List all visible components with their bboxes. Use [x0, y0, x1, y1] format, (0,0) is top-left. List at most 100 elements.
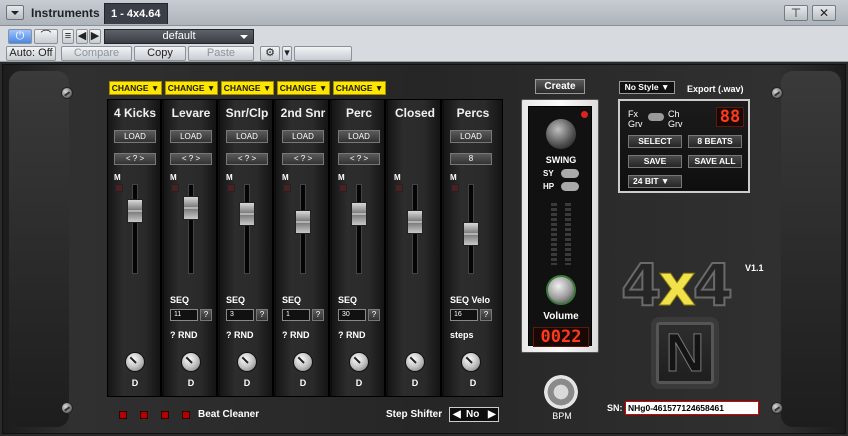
load-button[interactable]: LOAD: [226, 130, 268, 143]
seq-value[interactable]: 16: [450, 309, 478, 321]
fx-grv-label: Fx Grv: [628, 109, 643, 129]
previous-preset-icon[interactable]: ◀: [76, 29, 88, 44]
chevron-down-icon[interactable]: ▾: [282, 46, 292, 61]
mute-label: M: [114, 173, 121, 182]
change-button-1[interactable]: CHANGE ▼: [109, 81, 162, 95]
seq-help-button[interactable]: ?: [368, 309, 380, 321]
create-button[interactable]: Create: [535, 79, 585, 94]
swing-volume-inner: SWING SY HP Volume 0022: [528, 106, 592, 347]
seq-help-button[interactable]: ?: [312, 309, 324, 321]
step-left-icon[interactable]: ◀: [453, 408, 461, 421]
mute-led[interactable]: [451, 184, 459, 192]
style-select[interactable]: No Style ▼: [619, 81, 675, 94]
pin-icon[interactable]: ⊤: [784, 5, 808, 21]
window-titlebar: Instruments 1 - 4x4.64 ⊤ ✕: [0, 0, 848, 26]
automation-icon[interactable]: ⌒: [34, 29, 58, 44]
seq-value[interactable]: 30: [338, 309, 366, 321]
preset-select[interactable]: default: [104, 29, 254, 44]
gear-icon[interactable]: ⚙: [260, 46, 280, 61]
fader-thumb[interactable]: [295, 210, 311, 235]
mute-led[interactable]: [227, 184, 235, 192]
mute-label: M: [282, 173, 289, 182]
seq-value[interactable]: 3: [226, 309, 254, 321]
change-button-2[interactable]: CHANGE ▼: [165, 81, 218, 95]
change-button-3[interactable]: CHANGE ▼: [221, 81, 274, 95]
sample-selector[interactable]: < ? >: [114, 153, 156, 165]
drum-channels: 4 Kicks LOAD < ? > M D Levare LOAD < ? >…: [107, 99, 503, 397]
save-all-button[interactable]: SAVE ALL: [688, 155, 742, 168]
mute-led[interactable]: [339, 184, 347, 192]
indicator-led: [581, 111, 588, 118]
paste-button[interactable]: Paste: [188, 46, 254, 61]
load-button[interactable]: LOAD: [450, 130, 492, 143]
seq-help-button[interactable]: ?: [480, 309, 492, 321]
close-icon[interactable]: ✕: [812, 5, 836, 21]
led-1[interactable]: [119, 411, 127, 419]
decay-knob[interactable]: [181, 352, 201, 372]
led-3[interactable]: [161, 411, 169, 419]
instrument-tab[interactable]: 1 - 4x4.64: [104, 3, 168, 24]
fader-thumb[interactable]: [127, 198, 143, 223]
mute-led[interactable]: [283, 184, 291, 192]
left-side-panel: [9, 71, 69, 427]
led-2[interactable]: [140, 411, 148, 419]
load-button[interactable]: LOAD: [114, 130, 156, 143]
select-button[interactable]: SELECT: [628, 135, 682, 148]
groove-toggle[interactable]: [648, 113, 664, 121]
bit-depth-select[interactable]: 24 BIT ▼: [628, 175, 682, 188]
seq-help-button[interactable]: ?: [200, 309, 212, 321]
step-right-icon[interactable]: ▶: [488, 408, 496, 421]
step-shifter-control[interactable]: ◀ No ▶: [449, 407, 499, 422]
auto-off-button[interactable]: Auto: Off: [6, 46, 56, 61]
sample-selector[interactable]: < ? >: [226, 153, 268, 165]
seq-value[interactable]: 1: [282, 309, 310, 321]
volume-knob[interactable]: [546, 275, 576, 305]
fader-thumb[interactable]: [407, 210, 423, 235]
load-button[interactable]: LOAD: [338, 130, 380, 143]
load-button[interactable]: LOAD: [170, 130, 212, 143]
next-preset-icon[interactable]: ▶: [89, 29, 101, 44]
sample-selector[interactable]: < ? >: [282, 153, 324, 165]
bpm-knob[interactable]: [544, 375, 578, 409]
channel-name: 2nd Snr: [280, 106, 326, 120]
seq-value[interactable]: 11: [170, 309, 198, 321]
preset-list-icon[interactable]: ≡: [62, 29, 74, 44]
sample-selector[interactable]: 8: [450, 153, 492, 165]
decay-knob[interactable]: [461, 352, 481, 372]
empty-field[interactable]: [294, 46, 352, 61]
mute-led[interactable]: [395, 184, 403, 192]
swing-knob[interactable]: [546, 119, 576, 149]
load-button[interactable]: LOAD: [282, 130, 324, 143]
decay-knob[interactable]: [125, 352, 145, 372]
fader-thumb[interactable]: [463, 222, 479, 247]
seq-help-button[interactable]: ?: [256, 309, 268, 321]
change-button-5[interactable]: CHANGE ▼: [333, 81, 386, 95]
copy-button[interactable]: Copy: [134, 46, 186, 61]
sy-toggle[interactable]: [561, 169, 579, 178]
mute-led[interactable]: [171, 184, 179, 192]
fader-thumb[interactable]: [183, 195, 199, 220]
save-button[interactable]: SAVE: [628, 155, 682, 168]
fader-thumb[interactable]: [239, 202, 255, 227]
mute-led[interactable]: [115, 184, 123, 192]
screw-icon: [61, 87, 73, 99]
power-icon[interactable]: ⏻: [8, 29, 32, 44]
serial-number-field[interactable]: NHg0-4615771246584​61: [625, 401, 759, 415]
decay-knob[interactable]: [349, 352, 369, 372]
sample-selector[interactable]: < ? >: [170, 153, 212, 165]
screw-icon: [771, 402, 783, 414]
sample-selector[interactable]: < ? >: [338, 153, 380, 165]
decay-knob[interactable]: [293, 352, 313, 372]
knob-label: D: [355, 378, 363, 388]
hp-toggle[interactable]: [561, 182, 579, 191]
fader-thumb[interactable]: [351, 202, 367, 227]
change-button-4[interactable]: CHANGE ▼: [277, 81, 330, 95]
channel-4-kicks: 4 Kicks LOAD < ? > M D: [108, 100, 162, 396]
led-4[interactable]: [182, 411, 190, 419]
decay-knob[interactable]: [405, 352, 425, 372]
window-menu-button[interactable]: [6, 5, 24, 20]
decay-knob[interactable]: [237, 352, 257, 372]
export-wav-button[interactable]: Export (.wav): [687, 84, 744, 94]
beats-button[interactable]: 8 BEATS: [688, 135, 742, 148]
compare-button[interactable]: Compare: [61, 46, 132, 61]
